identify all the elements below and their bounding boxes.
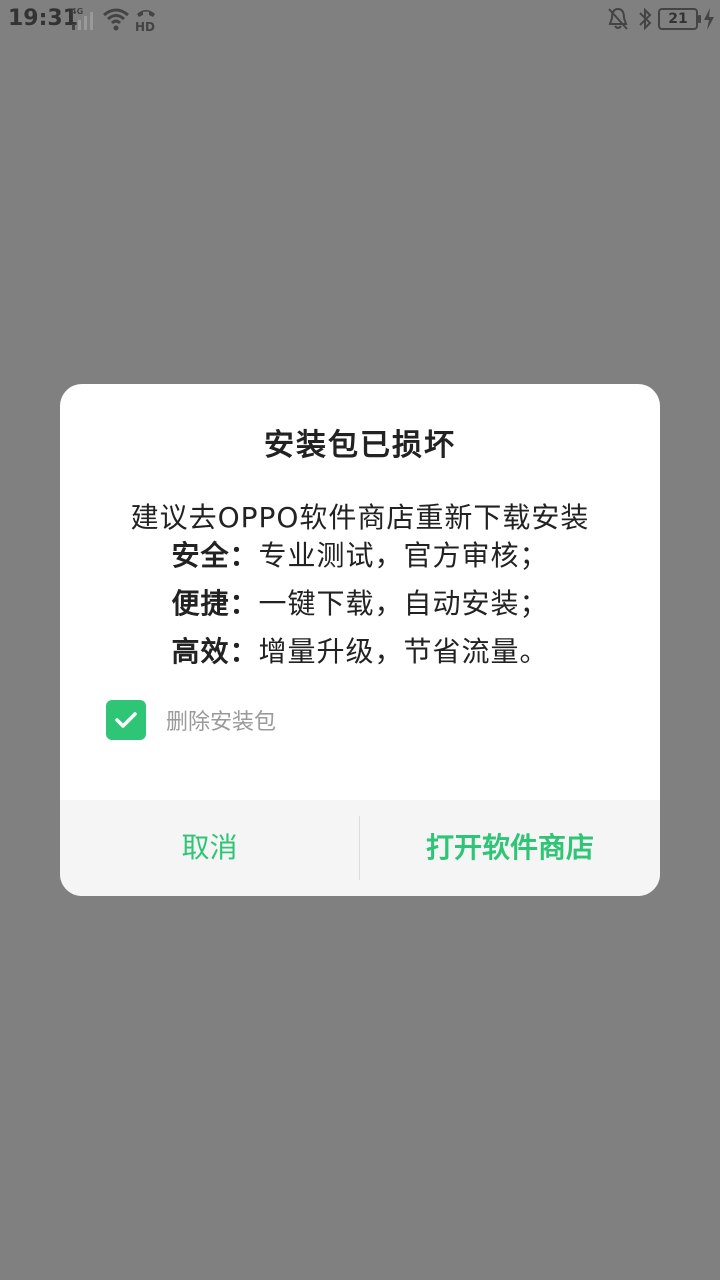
hd-call-icon: HD	[135, 10, 155, 32]
feature-text: 一键下载，自动安装；	[258, 587, 549, 620]
feature-label: 安全：	[171, 539, 259, 572]
hd-label: HD	[135, 20, 155, 32]
charging-icon	[704, 8, 714, 30]
dialog-message: 建议去OPPO软件商店重新下载安装	[130, 501, 590, 534]
network-type-label: 4G	[71, 7, 83, 16]
signal-icon: 4G	[71, 7, 93, 30]
cancel-button[interactable]: 取消	[60, 800, 359, 896]
battery-icon: 21	[658, 8, 701, 30]
feature-label: 便捷：	[171, 587, 259, 620]
dialog-title: 安装包已损坏	[264, 428, 456, 463]
feature-label: 高效：	[171, 635, 259, 668]
delete-package-checkbox[interactable]	[106, 700, 146, 740]
feature-line-convenience: 便捷：一键下载，自动安装；	[60, 582, 660, 622]
mute-icon	[608, 7, 628, 30]
corrupt-package-dialog: 安装包已损坏 建议去OPPO软件商店重新下载安装 安全：专业测试，官方审核； 便…	[60, 384, 660, 896]
wifi-icon	[103, 8, 129, 31]
bluetooth-icon	[639, 7, 652, 31]
feature-text: 专业测试，官方审核；	[258, 539, 549, 572]
feature-text: 增量升级，节省流量。	[258, 635, 549, 668]
open-store-button[interactable]: 打开软件商店	[360, 800, 660, 896]
status-bar: 19:31 4G HD 21	[0, 0, 720, 38]
battery-level: 21	[668, 11, 688, 27]
status-time: 19:31	[8, 6, 79, 31]
delete-package-label: 删除安装包	[166, 710, 277, 735]
dialog-actions: 取消 打开软件商店	[60, 800, 660, 896]
delete-package-option[interactable]: 删除安装包	[106, 700, 276, 740]
checkmark-icon	[115, 712, 137, 728]
feature-line-efficiency: 高效：增量升级，节省流量。	[60, 630, 660, 670]
feature-line-security: 安全：专业测试，官方审核；	[60, 534, 660, 574]
